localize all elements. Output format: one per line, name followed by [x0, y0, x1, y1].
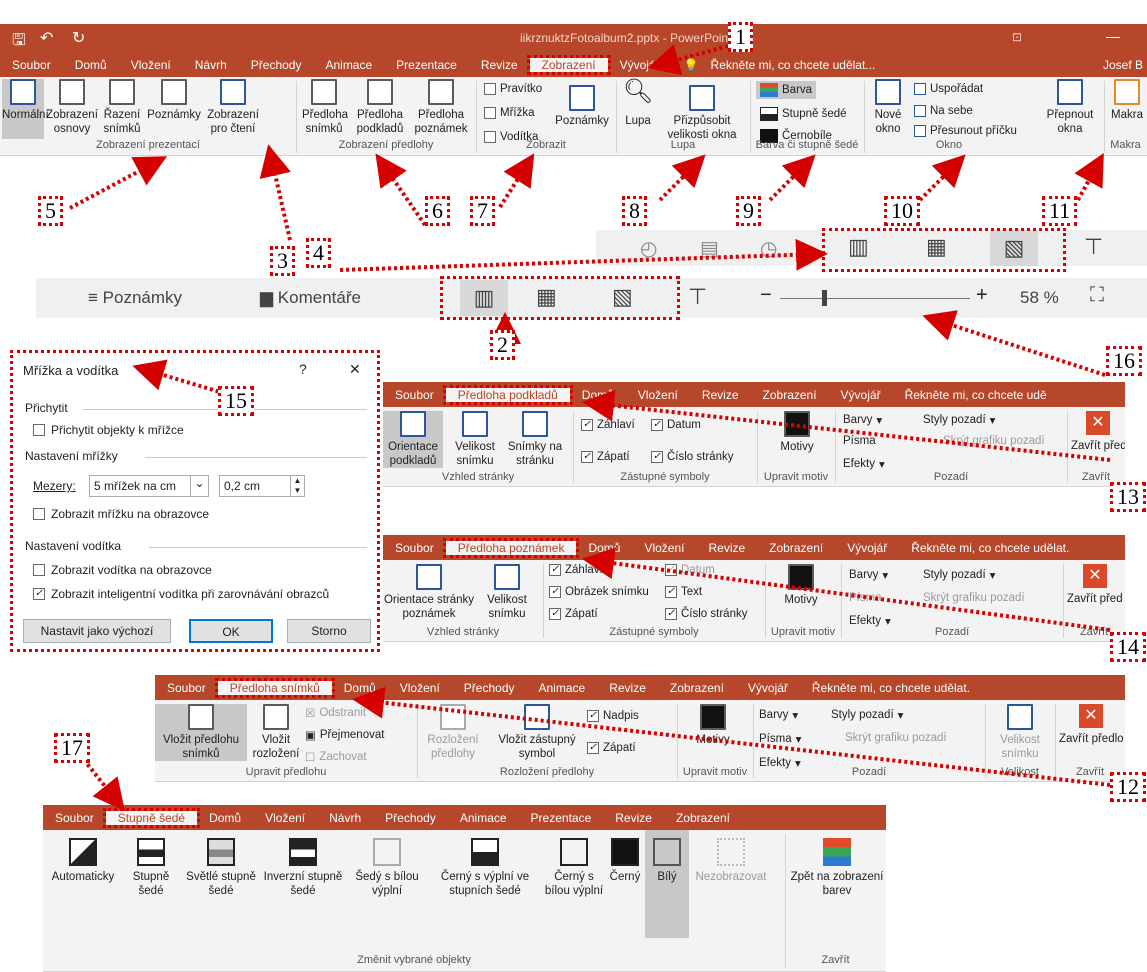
callout-10: 10	[884, 196, 920, 226]
callout-arrows	[69, 44, 1111, 812]
callout-1: 1	[728, 22, 753, 52]
callout-16: 16	[1106, 346, 1142, 376]
callout-6: 6	[425, 196, 450, 226]
callout-13: 13	[1110, 482, 1146, 512]
callout-2: 2	[490, 330, 515, 360]
callout-14: 14	[1110, 632, 1146, 662]
callout-12: 12	[1110, 772, 1146, 802]
callout-3: 3	[270, 246, 295, 276]
callout-9: 9	[736, 196, 761, 226]
status-views-highlight	[440, 276, 680, 320]
callout-11: 11	[1042, 196, 1078, 226]
callout-17: 17	[54, 733, 90, 763]
callout-7: 7	[470, 196, 495, 226]
callout-5: 5	[38, 196, 63, 226]
status-views-highlight-zoomed	[822, 228, 1066, 272]
callout-15: 15	[218, 386, 254, 416]
callout-4: 4	[306, 238, 331, 268]
callout-8: 8	[622, 196, 647, 226]
